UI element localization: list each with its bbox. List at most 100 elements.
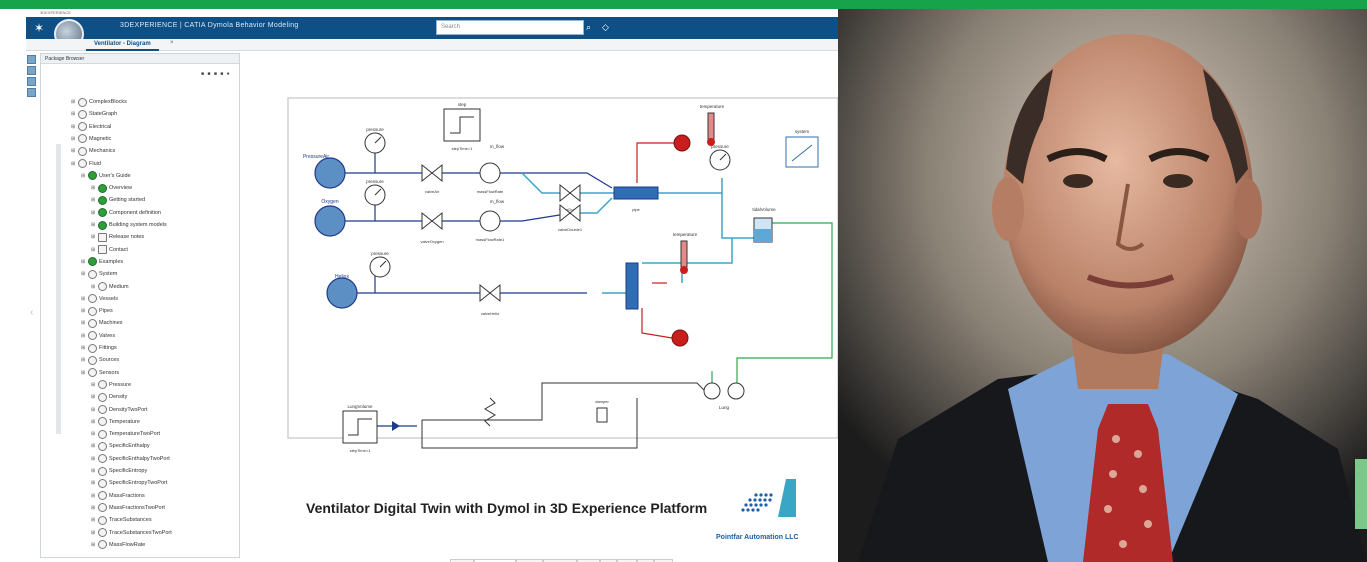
temperature-sensor[interactable]: temperature bbox=[700, 104, 725, 146]
expand-icon[interactable]: ⊞ bbox=[91, 284, 96, 290]
expand-icon[interactable]: ⊞ bbox=[91, 419, 96, 425]
expand-icon[interactable]: ⊞ bbox=[71, 124, 76, 130]
mass-flow-sensor[interactable]: m_flow massFlowRate bbox=[477, 144, 505, 194]
tab-ventilator-diagram[interactable]: Ventilator - Diagram bbox=[86, 40, 159, 51]
close-icon[interactable]: × bbox=[170, 40, 174, 46]
tree-item[interactable]: ⊞ Fluid bbox=[71, 158, 101, 170]
expand-icon[interactable]: ⊞ bbox=[91, 407, 96, 413]
tree-item[interactable]: ⊞ Pressure bbox=[91, 379, 131, 391]
search-icon[interactable]: ⌕ bbox=[586, 21, 598, 33]
tree-item[interactable]: ⊞ SpecificEntropyTwoPort bbox=[91, 477, 167, 489]
expand-icon[interactable]: ⊞ bbox=[81, 333, 86, 339]
expand-icon[interactable]: ⊞ bbox=[71, 136, 76, 142]
tree-item[interactable]: ⊞ SpecificEnthalpyTwoPort bbox=[91, 453, 170, 465]
tree-item[interactable]: ⊞ ComplexBlocks bbox=[71, 96, 127, 108]
collapse-left-icon[interactable]: ‹ bbox=[30, 307, 33, 318]
pressure-gauge[interactable]: pressure bbox=[369, 251, 391, 278]
tree-item[interactable]: ⊞ Examples bbox=[81, 256, 123, 268]
heat-source[interactable] bbox=[673, 134, 691, 152]
toolstrip-button[interactable] bbox=[27, 77, 36, 86]
expand-icon[interactable]: ⊞ bbox=[81, 357, 86, 363]
ds-logo-icon[interactable]: ✶ bbox=[26, 17, 52, 39]
damper-component[interactable]: damper bbox=[595, 399, 609, 423]
tree-item[interactable]: ⊞ MassFractions bbox=[91, 490, 145, 502]
tree-item[interactable]: ⊞ TraceSubstances bbox=[91, 514, 152, 526]
valve-heliox[interactable]: valveHelio bbox=[479, 283, 501, 316]
pressure-gauge[interactable]: pressure bbox=[364, 179, 386, 206]
tree-item[interactable]: ⊞ Density bbox=[91, 391, 127, 403]
tree-item[interactable]: ⊞ SpecificEntropy bbox=[91, 465, 147, 477]
expand-icon[interactable]: ⊞ bbox=[81, 320, 86, 326]
lung-volume-step[interactable]: LungVolume stepTime=1 bbox=[342, 404, 400, 453]
expand-icon[interactable]: ⊞ bbox=[91, 542, 96, 548]
tree-item[interactable]: ⊞ Pipes bbox=[81, 305, 113, 317]
expand-icon[interactable]: ⊞ bbox=[81, 296, 86, 302]
temperature-sensor[interactable]: temperature bbox=[673, 232, 698, 274]
tree-item[interactable]: ⊞ MassFlowRate bbox=[91, 539, 145, 551]
expand-icon[interactable]: ⊞ bbox=[91, 222, 96, 228]
heat-source[interactable] bbox=[671, 329, 689, 347]
tree-item[interactable]: ⊞ Building system models bbox=[91, 219, 167, 231]
tree-item[interactable]: ⊞ System bbox=[81, 268, 117, 280]
tree-item[interactable]: ⊞ Temperature bbox=[91, 416, 140, 428]
toolstrip-button[interactable] bbox=[27, 88, 36, 97]
valve-air[interactable]: valveAir bbox=[421, 163, 443, 194]
expand-icon[interactable]: ⊞ bbox=[91, 505, 96, 511]
expand-icon[interactable]: ⊞ bbox=[91, 480, 96, 486]
pipe-component[interactable]: pipe bbox=[613, 186, 659, 212]
expand-icon[interactable]: ⊞ bbox=[91, 247, 96, 253]
tag-icon[interactable]: ◇ bbox=[602, 21, 614, 33]
expand-icon[interactable]: ⊞ bbox=[81, 345, 86, 351]
expand-icon[interactable]: ⊞ bbox=[91, 210, 96, 216]
expand-icon[interactable]: ⊞ bbox=[91, 443, 96, 449]
tree-item[interactable]: ⊞ Mechanics bbox=[71, 145, 115, 157]
expand-icon[interactable]: ⊞ bbox=[91, 468, 96, 474]
tree-item[interactable]: ⊞ Medium bbox=[91, 281, 129, 293]
expand-icon[interactable]: ⊞ bbox=[81, 370, 86, 376]
tree-item[interactable]: ⊞ Contact bbox=[91, 244, 128, 256]
package-browser-tools[interactable]: ■ ■ ■ ■ ● bbox=[201, 71, 231, 77]
tree-item[interactable]: ⊞ Sensors bbox=[81, 367, 119, 379]
tree-item[interactable]: ⊞ User's Guide bbox=[81, 170, 131, 182]
expand-icon[interactable]: ⊞ bbox=[91, 456, 96, 462]
tree-item[interactable]: ⊞ Magnetic bbox=[71, 133, 111, 145]
tree-item[interactable]: ⊞ Release notes bbox=[91, 231, 144, 243]
tree-item[interactable]: ⊞ TraceSubstancesTwoPort bbox=[91, 527, 172, 539]
pressure-gauge[interactable]: pressure bbox=[709, 144, 731, 171]
tree-item[interactable]: ⊞ Machines bbox=[81, 317, 123, 329]
expand-icon[interactable]: ⊞ bbox=[71, 161, 76, 167]
expand-icon[interactable]: ⊞ bbox=[91, 234, 96, 240]
valve-oxygen[interactable]: valveOxygen bbox=[420, 211, 444, 244]
pressure-supply[interactable]: PressureAir bbox=[303, 154, 346, 189]
toolstrip-button[interactable] bbox=[27, 55, 36, 64]
tree-item[interactable]: ⊞ TemperatureTwoPort bbox=[91, 428, 160, 440]
expand-icon[interactable]: ⊞ bbox=[91, 517, 96, 523]
expand-icon[interactable]: ⊞ bbox=[91, 394, 96, 400]
heat-exchanger[interactable] bbox=[625, 262, 639, 310]
search-input[interactable]: Search bbox=[436, 20, 584, 35]
tree-item[interactable]: ⊞ Sources bbox=[81, 354, 119, 366]
system-block[interactable]: system bbox=[785, 129, 819, 168]
expand-icon[interactable]: ⊞ bbox=[81, 308, 86, 314]
toolstrip-button[interactable] bbox=[27, 66, 36, 75]
expand-icon[interactable]: ⊞ bbox=[91, 431, 96, 437]
heliox-supply[interactable]: Heliox bbox=[326, 274, 358, 309]
expand-icon[interactable]: ⊞ bbox=[81, 271, 86, 277]
expand-icon[interactable]: ⊞ bbox=[81, 259, 86, 265]
expand-icon[interactable]: ⊞ bbox=[91, 493, 96, 499]
expand-icon[interactable]: ⊞ bbox=[71, 148, 76, 154]
tidal-volume[interactable]: tidalVolume bbox=[752, 207, 776, 243]
expand-icon[interactable]: ⊞ bbox=[71, 99, 76, 105]
tree-item[interactable]: ⊞ Vessels bbox=[81, 293, 118, 305]
lung-component[interactable]: Lung bbox=[703, 382, 745, 410]
oxygen-supply[interactable]: Oxygen bbox=[314, 199, 346, 237]
tree-item[interactable]: ⊞ Electrical bbox=[71, 121, 111, 133]
expand-icon[interactable]: ⊞ bbox=[91, 197, 96, 203]
pressure-gauge[interactable]: pressure bbox=[364, 127, 386, 154]
tree-item[interactable]: ⊞ Fittings bbox=[81, 342, 117, 354]
scrollbar[interactable] bbox=[56, 144, 61, 434]
step-source[interactable]: step stepTime=1 bbox=[443, 102, 481, 151]
tree-item[interactable]: ⊞ Getting started bbox=[91, 194, 145, 206]
expand-icon[interactable]: ⊞ bbox=[91, 185, 96, 191]
tree-item[interactable]: ⊞ StateGraph bbox=[71, 108, 117, 120]
